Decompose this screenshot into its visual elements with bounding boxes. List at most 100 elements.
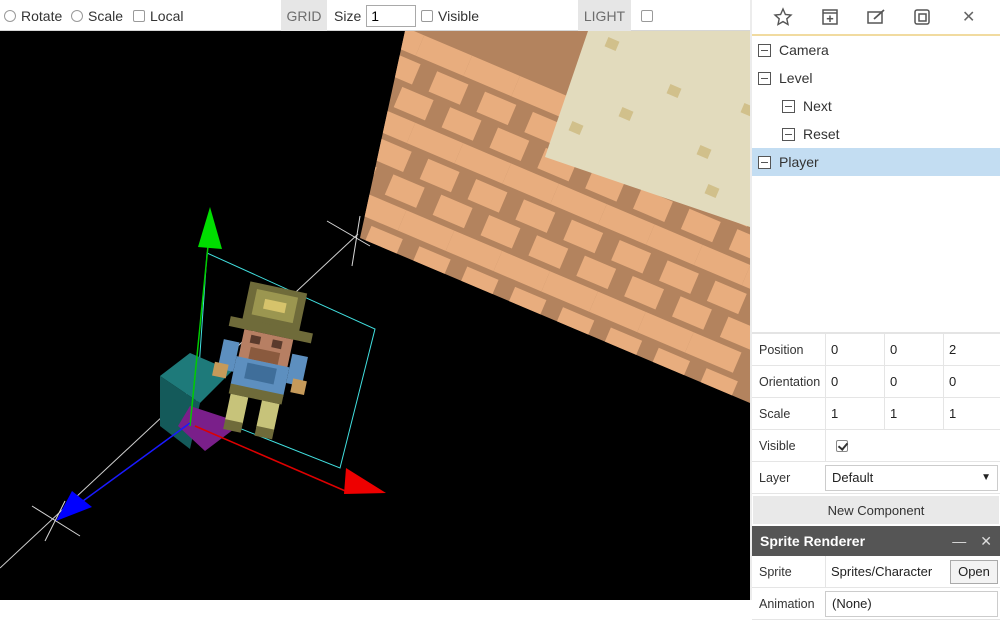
- floor-brick: [360, 31, 377, 36]
- floor-brick: [298, 46, 338, 80]
- grid-size-input[interactable]: [366, 4, 417, 27]
- floor-brick: [489, 462, 529, 496]
- scale-label: Scale: [88, 7, 124, 24]
- tree-item-reset[interactable]: Reset: [752, 120, 1000, 148]
- scale-y-field[interactable]: 1: [884, 397, 943, 430]
- floor-brick: [454, 477, 494, 511]
- floor-brick: [584, 502, 624, 536]
- minimize-icon[interactable]: —: [952, 533, 966, 550]
- close-icon[interactable]: ✕: [957, 5, 981, 29]
- collapse-icon[interactable]: [758, 155, 771, 169]
- y-axis-arrow[interactable]: [198, 207, 222, 249]
- rotate-option[interactable]: Rotate: [4, 0, 62, 31]
- layer-value: Default: [832, 470, 874, 485]
- floor-brick: [449, 354, 490, 388]
- collapse-icon[interactable]: [782, 127, 795, 141]
- layer-select[interactable]: Default ▼: [825, 464, 998, 491]
- rotate-radio[interactable]: [4, 9, 16, 22]
- floor-brick: [497, 374, 538, 403]
- grid-visible-checkbox[interactable]: [421, 9, 433, 22]
- scene-canvas[interactable]: [0, 31, 750, 600]
- sprite-field[interactable]: Sprites/Character Open: [825, 555, 1000, 588]
- floor-brick: [567, 343, 608, 377]
- tree-item-label: Next: [803, 98, 832, 114]
- new-component-button[interactable]: New Component: [753, 496, 999, 524]
- floor-brick: [615, 363, 656, 397]
- floor-brick: [558, 431, 598, 465]
- collapse-icon[interactable]: [758, 71, 771, 85]
- grid-visible-option[interactable]: Visible: [421, 0, 479, 31]
- floor-brick: [367, 31, 425, 56]
- local-checkbox[interactable]: [133, 9, 145, 22]
- tree-item-camera[interactable]: Camera: [752, 36, 1000, 64]
- position-y-field[interactable]: 0: [884, 333, 943, 366]
- tree-item-label: Camera: [779, 42, 829, 58]
- local-option[interactable]: Local: [133, 0, 183, 31]
- layer-label: Layer: [759, 470, 791, 485]
- duplicate-icon[interactable]: [910, 5, 934, 29]
- floor-brick: [414, 369, 455, 403]
- scale-x-field[interactable]: 1: [825, 397, 884, 430]
- floor-brick: [484, 338, 542, 379]
- position-z-field[interactable]: 2: [943, 333, 1000, 366]
- position-x-field[interactable]: 0: [825, 333, 884, 366]
- light-checkbox[interactable]: [641, 9, 653, 22]
- floor-brick: [393, 421, 433, 455]
- rotate-label: Rotate: [21, 7, 63, 24]
- floor-brick: [360, 31, 373, 65]
- z-axis-line: [71, 422, 191, 510]
- floor-brick: [285, 31, 325, 44]
- floor-brick: [467, 513, 523, 554]
- tree-item-level[interactable]: Level: [752, 64, 1000, 92]
- edit-icon[interactable]: [864, 5, 888, 29]
- scale-radio[interactable]: [71, 9, 83, 22]
- size-label: Size: [334, 7, 362, 24]
- light-section-label: LIGHT: [578, 0, 631, 31]
- floor-brick: [289, 134, 329, 168]
- add-icon[interactable]: [818, 5, 842, 29]
- tree-item-next[interactable]: Next: [752, 92, 1000, 120]
- floor-brick: [462, 389, 503, 403]
- collapse-icon[interactable]: [782, 99, 795, 113]
- floor-brick: [360, 277, 398, 319]
- orientation-y-field[interactable]: 0: [884, 365, 943, 398]
- floor-brick: [380, 385, 437, 403]
- floor-brick: [263, 62, 319, 103]
- x-axis-arrow[interactable]: [344, 468, 386, 494]
- light-option[interactable]: [641, 0, 653, 31]
- position-label: Position: [759, 342, 804, 357]
- scene-viewport[interactable]: [0, 31, 750, 600]
- floor-brick: [423, 282, 464, 316]
- floor-brick: [245, 237, 301, 278]
- star-icon[interactable]: [771, 5, 795, 29]
- position-row: Position 0 0 2: [752, 333, 1000, 366]
- sprite-row: Sprite Sprites/Character Open: [752, 555, 1000, 588]
- floor-brick: [360, 154, 377, 188]
- floor-brick: [563, 554, 619, 595]
- close-component-icon[interactable]: ✕: [980, 533, 992, 550]
- floor-brick: [436, 318, 494, 359]
- animation-label: Animation: [759, 596, 815, 611]
- floor-brick: [319, 329, 359, 363]
- animation-select[interactable]: (None): [825, 590, 998, 617]
- floor-brick: [360, 82, 368, 123]
- floor-brick: [571, 467, 627, 508]
- open-sprite-button[interactable]: Open: [950, 559, 998, 584]
- z-axis-arrow[interactable]: [56, 491, 92, 521]
- scale-option[interactable]: Scale: [71, 0, 123, 31]
- tree-item-player[interactable]: Player: [752, 148, 1000, 176]
- collapse-icon[interactable]: [758, 43, 771, 57]
- floor-brick: [375, 261, 416, 296]
- scale-z-field[interactable]: 1: [943, 397, 1000, 430]
- orientation-z-field[interactable]: 0: [943, 365, 1000, 398]
- orientation-row: Orientation 0 0 0: [752, 365, 1000, 398]
- floor-brick: [580, 379, 637, 403]
- floor-brick: [176, 268, 216, 302]
- floor-brick: [597, 538, 637, 572]
- floor-brick: [428, 406, 484, 447]
- floor-brick: [550, 518, 590, 552]
- viewport-toolbar: Rotate Scale Local GRID Size Visible LIG…: [0, 0, 750, 31]
- transform-gizmo[interactable]: [0, 207, 386, 569]
- visible-checkbox[interactable]: [836, 439, 848, 452]
- orientation-x-field[interactable]: 0: [825, 365, 884, 398]
